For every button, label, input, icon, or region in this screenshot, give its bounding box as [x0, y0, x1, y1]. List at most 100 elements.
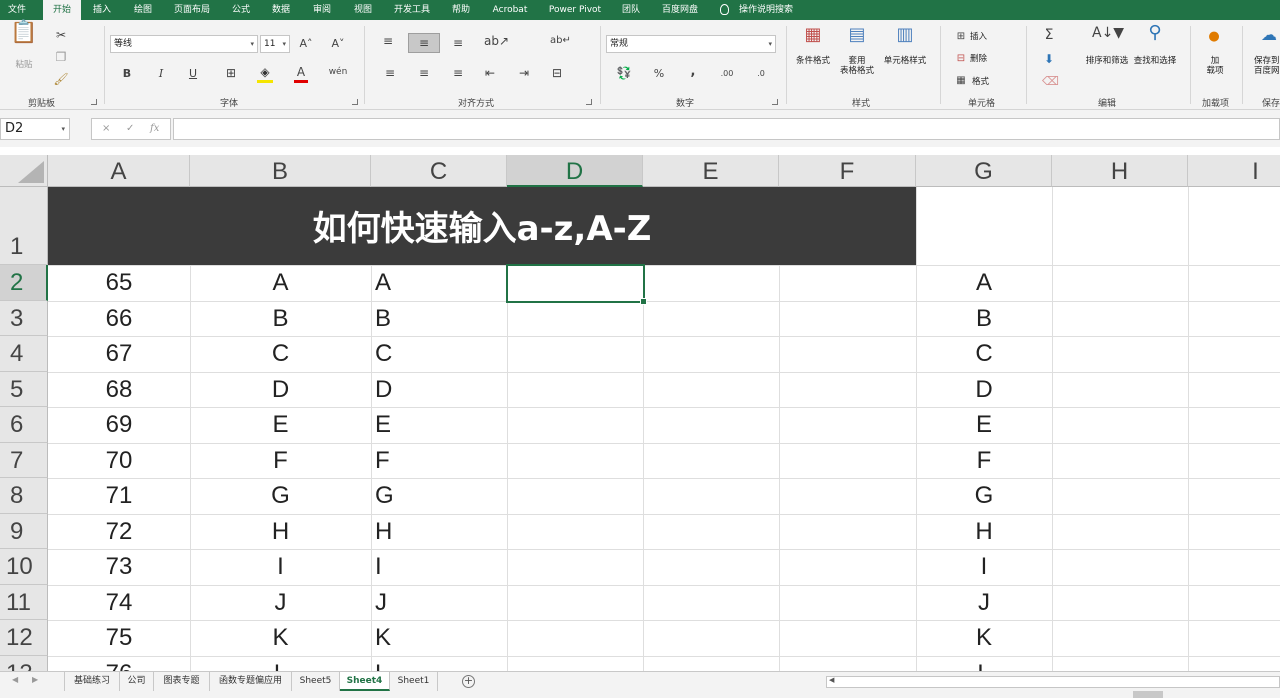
decrease-font-icon[interactable]: A˅ [330, 37, 346, 51]
cell-g12[interactable]: K [916, 620, 1052, 655]
sheet-tab-jichulianxi[interactable]: 基础练习 [64, 672, 120, 691]
tab-page-layout[interactable]: 页面布局 [168, 0, 216, 20]
formula-input[interactable] [173, 118, 1280, 140]
cell-a9[interactable]: 72 [48, 514, 190, 549]
insert-cells-label[interactable]: 插入 [970, 32, 987, 42]
percent-button[interactable]: % [652, 67, 666, 81]
cell-g10[interactable]: I [916, 549, 1052, 584]
cell-b5[interactable]: D [190, 372, 371, 407]
cell-a11[interactable]: 74 [48, 585, 190, 620]
cell-styles-label[interactable]: 单元格样式 [880, 56, 930, 66]
cell-a6[interactable]: 69 [48, 407, 190, 442]
row-header-1[interactable]: 1 [0, 187, 48, 265]
cell-b4[interactable]: C [190, 336, 371, 371]
cell-b12[interactable]: K [190, 620, 371, 655]
cell-g9[interactable]: H [916, 514, 1052, 549]
cell-g4[interactable]: C [916, 336, 1052, 371]
font-color-icon[interactable]: A [294, 65, 308, 79]
cell-b11[interactable]: J [190, 585, 371, 620]
cut-icon[interactable]: ✂ [52, 28, 70, 42]
cell-b2[interactable]: A [190, 265, 371, 300]
sheet-tab-gongsi[interactable]: 公司 [120, 672, 154, 691]
format-as-table-icon[interactable]: ▤ [844, 26, 870, 44]
cell-g2[interactable]: A [916, 265, 1052, 300]
row-header-4[interactable]: 4 [0, 336, 48, 372]
cell-g3[interactable]: B [916, 301, 1052, 336]
fill-handle[interactable] [640, 298, 647, 305]
column-header-a[interactable]: A [48, 155, 190, 187]
cell-c12[interactable]: K [371, 620, 507, 655]
add-sheet-icon[interactable]: + [462, 675, 475, 688]
row-header-11[interactable]: 11 [0, 585, 48, 620]
column-header-i[interactable]: I [1188, 155, 1280, 187]
cell-c11[interactable]: J [371, 585, 507, 620]
font-name-select[interactable]: 等线 ▾ [110, 35, 258, 53]
fill-icon[interactable]: ⬇ [1042, 52, 1056, 66]
cell-g7[interactable]: F [916, 443, 1052, 478]
sheet-tab-tubiao[interactable]: 图表专题 [154, 672, 210, 691]
cell-c2[interactable]: A [371, 265, 507, 300]
sheet-tab-sheet1[interactable]: Sheet1 [390, 672, 438, 691]
cell-b10[interactable]: I [190, 549, 371, 584]
find-select-icon[interactable]: ⚲ [1142, 24, 1168, 42]
name-box[interactable]: D2 ▾ [0, 118, 70, 140]
number-launcher-icon[interactable] [772, 99, 778, 105]
cell-b9[interactable]: H [190, 514, 371, 549]
tab-draw[interactable]: 绘图 [126, 0, 160, 20]
format-as-table-label-2[interactable]: 表格格式 [836, 66, 878, 76]
cell-a13[interactable]: 76 [48, 656, 190, 671]
cell-b7[interactable]: F [190, 443, 371, 478]
decrease-indent-icon[interactable]: ⇤ [482, 66, 498, 80]
cell-b8[interactable]: G [190, 478, 371, 513]
insert-function-icon[interactable]: fx [150, 123, 159, 134]
cell-g8[interactable]: G [916, 478, 1052, 513]
merge-center-icon[interactable]: ⊟ [548, 66, 566, 80]
save-baidu-label-2[interactable]: 百度网 [1254, 66, 1280, 76]
addins-label-1[interactable]: 加 [1200, 56, 1230, 66]
borders-icon[interactable]: ⊞ [222, 66, 240, 80]
cell-c9[interactable]: H [371, 514, 507, 549]
cell-a12[interactable]: 75 [48, 620, 190, 655]
increase-decimal-icon[interactable]: .00 [718, 67, 736, 81]
row-header-2[interactable]: 2 [0, 265, 48, 301]
copy-icon[interactable]: ❐ [52, 50, 70, 64]
title-cell[interactable]: 如何快速输入a-z,A-Z [48, 187, 916, 265]
align-bottom-icon[interactable]: ≡ [450, 36, 466, 50]
cell-c7[interactable]: F [371, 443, 507, 478]
confirm-icon[interactable]: ✓ [126, 123, 134, 134]
format-cells-icon[interactable]: ▦ [954, 74, 968, 88]
row-header-13[interactable]: 13 [0, 656, 48, 671]
cell-c6[interactable]: E [371, 407, 507, 442]
tell-me-search[interactable]: 操作说明搜索 [736, 0, 796, 20]
cell-c5[interactable]: D [371, 372, 507, 407]
tab-power-pivot[interactable]: Power Pivot [544, 0, 606, 20]
tab-data[interactable]: 数据 [264, 0, 298, 20]
align-center-icon[interactable]: ≡ [416, 66, 432, 80]
delete-cells-icon[interactable]: ⊟ [954, 52, 968, 66]
cell-g13[interactable]: L [916, 656, 1052, 671]
currency-icon[interactable]: 💱 [614, 66, 634, 80]
cell-b6[interactable]: E [190, 407, 371, 442]
align-top-icon[interactable]: ≡ [380, 34, 396, 48]
align-left-icon[interactable]: ≡ [382, 66, 398, 80]
sheet-tab-sheet4[interactable]: Sheet4 [340, 672, 390, 691]
cell-styles-icon[interactable]: ▥ [892, 26, 918, 44]
tab-review[interactable]: 审阅 [305, 0, 339, 20]
tab-team[interactable]: 团队 [614, 0, 648, 20]
row-header-9[interactable]: 9 [0, 514, 48, 549]
cancel-icon[interactable]: × [102, 123, 110, 134]
increase-indent-icon[interactable]: ⇥ [516, 66, 532, 80]
phonetic-icon[interactable]: wén [328, 65, 348, 79]
tab-view[interactable]: 视图 [346, 0, 380, 20]
cell-a7[interactable]: 70 [48, 443, 190, 478]
cell-g6[interactable]: E [916, 407, 1052, 442]
clipboard-launcher-icon[interactable] [91, 99, 97, 105]
fill-color-icon[interactable]: ◈ [256, 65, 274, 79]
row-header-7[interactable]: 7 [0, 443, 48, 478]
row-header-8[interactable]: 8 [0, 478, 48, 514]
cell-g5[interactable]: D [916, 372, 1052, 407]
addins-label-2[interactable]: 载项 [1200, 66, 1230, 76]
cell-c8[interactable]: G [371, 478, 507, 513]
orientation-icon[interactable]: ab↗ [484, 34, 509, 48]
autosum-icon[interactable]: Σ [1042, 28, 1056, 42]
